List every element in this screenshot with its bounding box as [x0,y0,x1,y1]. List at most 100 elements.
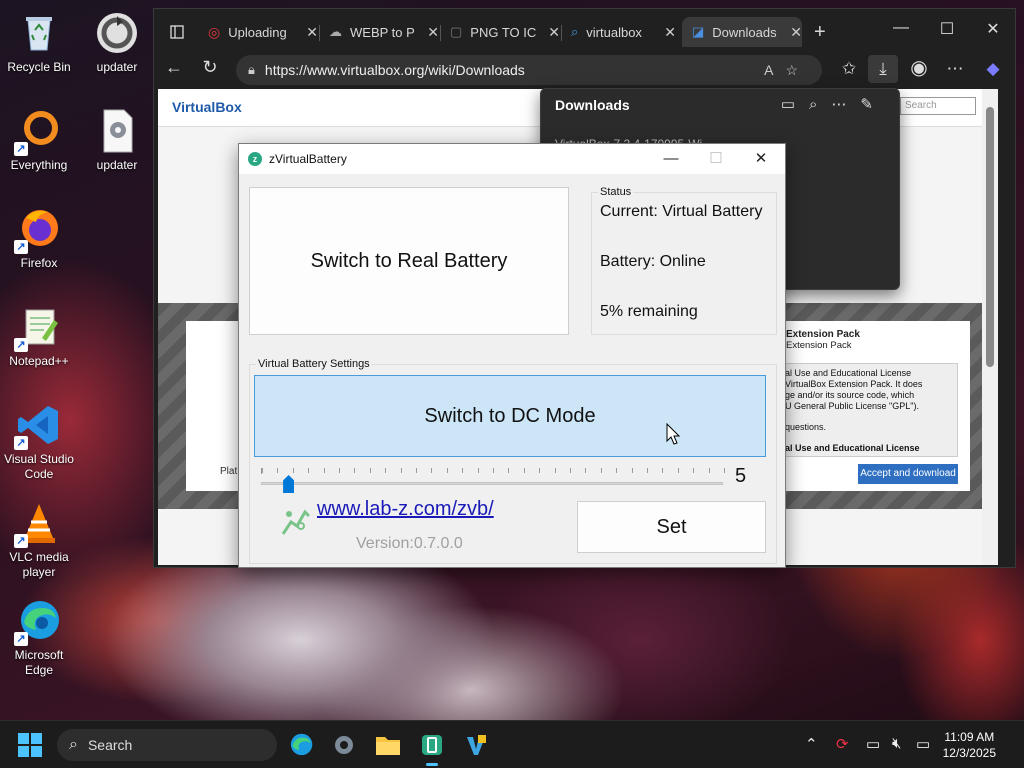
extension-pack-subtitle: Extension Pack [786,340,852,351]
slider-tick [554,468,556,473]
switch-to-real-battery-button[interactable]: Switch to Real Battery [249,187,569,335]
new-tab-icon[interactable]: + [804,17,834,47]
chevron-up-icon[interactable]: ⌃ [805,735,818,753]
page-scrollbar[interactable] [982,89,998,565]
minimize-icon[interactable]: — [649,148,693,170]
desktop-icon-updater[interactable]: updater [78,10,156,75]
accept-and-download-button[interactable]: Accept and download [858,464,958,484]
slider-tick [693,468,695,473]
maximize-icon[interactable]: ☐ [924,19,970,39]
status-current: Current: Virtual Battery [600,203,763,220]
lock-icon: 🔒︎ [248,62,255,77]
vscode-icon: ↗ [14,402,62,450]
taskbar-settings[interactable] [328,729,360,761]
close-icon[interactable]: ✕ [548,24,560,41]
switch-to-dc-mode-button[interactable]: Switch to DC Mode [254,375,766,457]
downloads-panel-actions[interactable]: ▭⌕⋯✎ [781,95,887,113]
desktop-icon-label: Everything [10,158,68,172]
shortcut-arrow-icon: ↗ [14,338,28,352]
battery-icon[interactable]: ▭ [916,735,930,753]
opera-icon: ◎ [208,23,221,40]
taskbar-search-label: Search [87,737,133,753]
version-label: Version:0.7.0.0 [356,535,463,552]
tab-uploading[interactable]: ◎ Uploading ✕ [198,17,318,47]
shortcut-arrow-icon: ↗ [14,240,28,254]
close-window-icon[interactable]: ✕ [970,19,1016,39]
tab-webp-to-png[interactable]: ☁ WEBP to P ✕ [319,17,439,47]
desktop-icon-vlc[interactable]: ↗ VLC media player [0,500,78,580]
slider-tick [539,468,541,473]
back-icon[interactable]: ← [158,57,190,78]
extension-pack-heading: Extension Pack Extension Pack [786,329,956,351]
address-bar-row: ← ↻ 🔒︎ https://www.virtualbox.org/wiki/D… [154,53,1015,89]
taskbar-virtualbox[interactable] [460,729,492,761]
favorites-icon[interactable]: ✩ [834,59,864,79]
desktop-icon-updater-2[interactable]: updater [78,108,156,173]
edge-icon [290,733,313,756]
volume-muted-icon[interactable]: 🔇︎ [892,735,901,752]
lab-z-link[interactable]: www.lab-z.com/zvb/ [317,498,494,521]
refresh-icon[interactable]: ↻ [194,57,226,78]
taskbar-edge[interactable] [285,729,317,761]
slider-value: 5 [735,465,747,487]
image-icon: ▢ [450,24,463,39]
close-icon[interactable]: ✕ [664,24,676,41]
downloads-title: Downloads [555,97,630,113]
license-line: ge and/or its source code, which [785,390,915,400]
close-icon[interactable]: ✕ [427,24,439,41]
close-icon[interactable]: ✕ [739,148,783,170]
cloud-icon: ☁ [329,24,342,39]
close-icon[interactable]: ✕ [306,24,318,41]
site-search-input[interactable]: Search [900,97,976,115]
slider-tick [339,468,340,473]
battery-level-slider[interactable] [261,482,723,485]
network-icon[interactable]: ▭ [866,735,880,753]
profile-icon[interactable]: ◉ [904,55,934,80]
desktop-icon-firefox[interactable]: ↗ Firefox [0,206,78,271]
desktop-icon-label: Microsoft Edge [14,648,64,677]
tab-actions-icon[interactable] [160,17,196,47]
scrollbar-thumb[interactable] [986,107,994,367]
taskbar-search[interactable]: ⌕ Search [57,729,277,761]
address-bar[interactable]: 🔒︎ https://www.virtualbox.org/wiki/Downl… [236,55,822,85]
tab-title: Uploading [228,24,287,40]
slider-tick [477,468,479,473]
zvb-window-title: zVirtualBattery [269,152,347,166]
license-text-box[interactable]: al Use and Educational License VirtualBo… [778,363,958,457]
zvirtualbattery-window: z zVirtualBattery — ☐ ✕ Switch to Real B… [238,143,786,568]
copilot-icon[interactable]: ◆ [978,59,1008,79]
slider-tick [631,468,633,473]
notepadpp-icon: ↗ [14,304,62,352]
read-aloud-favorite-icons[interactable]: A☆ [764,62,810,79]
taskbar: ⌕ Search ⌃ ⟳ ▭ 🔇︎ ▭ 11:09 AM 12/3/2025 [0,720,1024,768]
minimize-icon[interactable]: — [878,19,924,37]
tab-title: WEBP to P [350,24,415,40]
tab-png-to-ico[interactable]: ▢ PNG TO IC ✕ [440,17,560,47]
update-status-icon[interactable]: ⟳ [836,735,849,753]
slider-tick [724,468,725,473]
set-button[interactable]: Set [577,501,766,553]
desktop-icon-label: Firefox [20,256,58,270]
edge-icon: ↗ [14,598,62,646]
slider-tick [308,468,310,473]
tab-title: Downloads [712,24,777,40]
site-logo[interactable]: VirtualBox [172,99,242,115]
clock-date: 12/3/2025 [942,746,996,760]
license-line: questions. [785,422,827,432]
desktop-icon-edge[interactable]: ↗ Microsoft Edge [0,598,78,678]
desktop-icon-vscode[interactable]: ↗ Visual Studio Code [0,402,78,482]
downloads-icon[interactable]: ⤓ [868,55,898,83]
desktop-icon-notepadpp[interactable]: ↗ Notepad++ [0,304,78,369]
taskbar-file-explorer[interactable] [372,729,404,761]
desktop-icon-label: VLC media player [9,550,69,579]
taskbar-zvirtualbattery[interactable] [416,729,448,766]
desktop-icon-everything[interactable]: ↗ Everything [0,108,78,173]
desktop-icon-recycle-bin[interactable]: Recycle Bin [0,10,78,75]
tab-downloads[interactable]: ◪ Downloads ✕ [682,17,802,47]
tab-virtualbox-search[interactable]: ⌕ virtualbox ✕ [561,17,681,47]
more-menu-icon[interactable]: ⋯ [940,59,970,79]
slider-tick [385,468,387,473]
start-button[interactable] [18,733,44,757]
close-icon[interactable]: ✕ [790,24,802,41]
taskbar-clock[interactable]: 11:09 AM 12/3/2025 [943,729,996,761]
